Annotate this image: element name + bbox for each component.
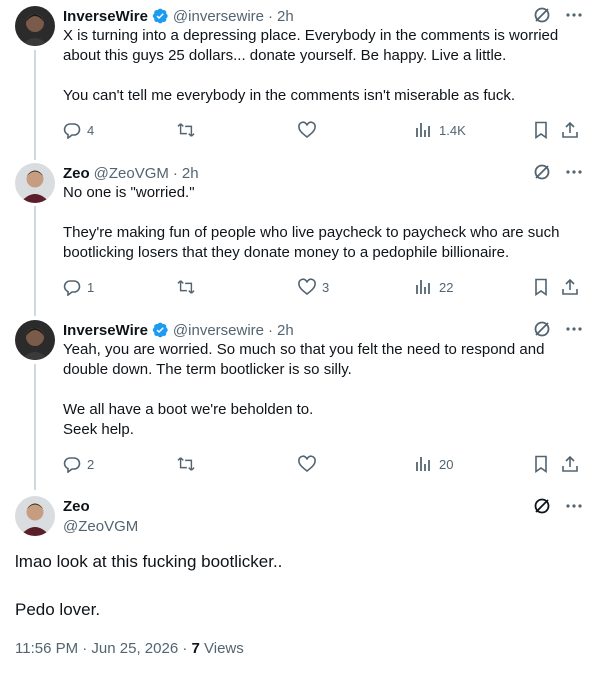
share-button[interactable] (561, 278, 579, 296)
share-icon (561, 278, 579, 296)
reply-button[interactable]: 2 (63, 455, 94, 473)
share-button[interactable] (561, 455, 579, 473)
tweet-time[interactable]: 2h (277, 8, 294, 25)
views-button[interactable]: 22 (415, 278, 453, 296)
avatar-zeo[interactable] (15, 163, 55, 203)
more-icon[interactable] (565, 6, 583, 24)
grok-icon[interactable] (533, 320, 551, 338)
author-handle[interactable]: @ZeoVGM (63, 517, 138, 537)
share-icon (561, 121, 579, 139)
bookmark-button[interactable] (532, 455, 550, 473)
grok-icon[interactable] (533, 497, 551, 515)
author-name[interactable]: Zeo (63, 497, 138, 517)
avatar-inversewire[interactable] (15, 320, 55, 360)
views-icon (415, 455, 433, 473)
separator-dot: · (268, 321, 274, 339)
reply-icon (63, 121, 81, 139)
author-handle[interactable]: @inversewire (173, 322, 264, 339)
more-icon[interactable] (565, 497, 583, 515)
reply-button[interactable]: 4 (63, 121, 94, 139)
thread-line-2 (34, 206, 36, 316)
tweet-time[interactable]: 2h (182, 165, 199, 182)
main-tweet-footer: 11:56 PM · Jun 25, 2026 · 7 Views (15, 640, 244, 657)
like-button[interactable] (298, 455, 322, 473)
bookmark-icon (532, 121, 550, 139)
repost-icon (177, 278, 195, 296)
verified-badge-icon (151, 321, 169, 339)
share-button[interactable] (561, 121, 579, 139)
reply-icon (63, 455, 81, 473)
repost-icon (177, 121, 195, 139)
separator-dot: · (172, 164, 178, 182)
main-tweet-tools (533, 497, 583, 515)
author-name[interactable]: Zeo (63, 165, 90, 182)
thread-line-1 (34, 50, 36, 160)
views-icon (415, 121, 433, 139)
thread-line-3 (34, 364, 36, 490)
like-button[interactable]: 3 (298, 278, 329, 296)
tweet-actions: 4 1.4K (63, 120, 583, 140)
like-count: 3 (322, 279, 330, 295)
views-count: 7 (191, 640, 200, 657)
tweet-actions: 2 20 (63, 454, 583, 474)
like-button[interactable] (298, 121, 322, 139)
tweet-text: No one is "worried." They're making fun … (63, 184, 560, 261)
main-tweet-header: Zeo @ZeoVGM (63, 497, 138, 537)
repost-button[interactable] (177, 278, 201, 296)
reply-count: 4 (87, 122, 95, 138)
reply-count: 2 (87, 456, 95, 472)
tweet-actions: 1 3 22 (63, 277, 583, 297)
views-button[interactable]: 1.4K (415, 121, 466, 139)
like-icon (298, 278, 316, 296)
reply-icon (63, 278, 81, 296)
avatar-zeo[interactable] (15, 496, 55, 536)
author-name[interactable]: InverseWire (63, 322, 148, 339)
share-icon (561, 455, 579, 473)
tweet-text: X is turning into a depressing place. Ev… (63, 27, 559, 104)
repost-button[interactable] (177, 455, 201, 473)
author-handle[interactable]: @ZeoVGM (94, 165, 169, 182)
like-icon (298, 121, 316, 139)
reply-button[interactable]: 1 (63, 278, 94, 296)
more-icon[interactable] (565, 320, 583, 338)
views-count: 22 (439, 279, 454, 295)
views-count: 20 (439, 456, 454, 472)
grok-icon[interactable] (533, 163, 551, 181)
bookmark-icon (532, 455, 550, 473)
bookmark-button[interactable] (532, 278, 550, 296)
tweet-1[interactable]: InverseWire @inversewire · 2h X is turni… (63, 6, 583, 146)
bookmark-button[interactable] (532, 121, 550, 139)
repost-button[interactable] (177, 121, 201, 139)
bookmark-icon (532, 278, 550, 296)
tweet-2[interactable]: Zeo @ZeoVGM · 2h No one is "worried." Th… (63, 163, 583, 303)
reply-count: 1 (87, 279, 95, 295)
views-count: 1.4K (439, 122, 466, 138)
like-icon (298, 455, 316, 473)
main-tweet-text: lmao look at this fucking bootlicker.. P… (15, 552, 283, 619)
more-icon[interactable] (565, 163, 583, 181)
tweet-3[interactable]: InverseWire @inversewire · 2h Yeah, you … (63, 320, 583, 480)
grok-icon[interactable] (533, 6, 551, 24)
timestamp[interactable]: 11:56 PM · Jun 25, 2026 · (15, 640, 192, 657)
verified-badge-icon (151, 7, 169, 25)
views-icon (415, 278, 433, 296)
author-name[interactable]: InverseWire (63, 8, 148, 25)
views-label: Views (199, 640, 244, 657)
tweet-text: Yeah, you are worried. So much so that y… (63, 341, 545, 438)
repost-icon (177, 455, 195, 473)
author-handle[interactable]: @inversewire (173, 8, 264, 25)
avatar-inversewire[interactable] (15, 6, 55, 46)
separator-dot: · (268, 7, 274, 25)
tweet-time[interactable]: 2h (277, 322, 294, 339)
views-button[interactable]: 20 (415, 455, 453, 473)
